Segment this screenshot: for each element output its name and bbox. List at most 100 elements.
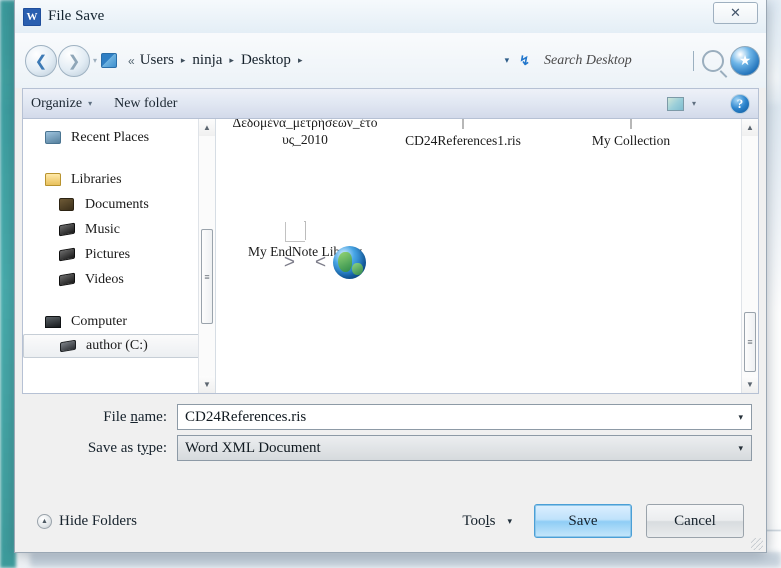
sidebar-item-author-c-drive[interactable]: author (C:) [23,334,213,358]
file-list-view[interactable]: Δεδομένα_μετρήσεων_έτους_2010 CD24Refere… [216,119,758,393]
forward-arrow-icon: ❯ [67,52,81,70]
chevron-down-icon[interactable]: ▾ [738,443,743,454]
chevron-down-icon[interactable]: ▾ [692,99,696,108]
chevron-down-icon[interactable]: ▾ [738,412,743,423]
help-globe-icon[interactable]: ★ [730,45,760,76]
savetype-label-accesskey: y [141,439,149,456]
document-page-icon [630,119,632,129]
tools-button[interactable]: Tools [462,513,495,530]
chevron-down-icon: ▾ [93,56,98,65]
breadcrumb-separator-icon[interactable]: ▸ [229,55,234,66]
file-item[interactable]: My Collection [556,119,706,149]
savetype-select[interactable]: Word XML Document ▾ [177,435,752,461]
scroll-down-button[interactable]: ▼ [742,376,758,393]
hide-folders-label: Hide Folders [59,512,137,529]
sidebar-scrollbar[interactable]: ▲ ≡ ▼ [198,119,215,393]
back-button[interactable]: ❮ [25,44,57,77]
recent-places-icon [45,131,64,144]
double-chevron-left-icon: « [128,53,135,68]
filename-label-pre: File [103,408,131,425]
sidebar-item-videos[interactable]: Videos [23,267,215,292]
refresh-button[interactable]: ↯ [519,53,530,69]
breadcrumb-separator-icon[interactable]: ▸ [181,55,186,66]
savetype-label: Save as type: [29,440,177,457]
sidebar-item-documents[interactable]: Documents [23,192,215,217]
libraries-icon [45,173,64,186]
dialog-toolbar: Organize ▾ New folder ▾ ? [22,88,759,118]
scroll-up-button[interactable]: ▲ [199,119,215,136]
scrollbar-thumb[interactable]: ≡ [201,229,213,324]
close-icon: ✕ [730,5,741,21]
chevron-down-icon[interactable]: ▾ [507,516,512,527]
html-document-icon: < > [284,221,366,279]
background-document-text-line [30,552,781,567]
forward-button[interactable]: ❯ [58,44,90,77]
sidebar-item-label: Recent Places [71,129,150,145]
chevron-down-icon[interactable]: ▾ [88,99,92,108]
computer-icon [45,315,64,328]
save-form: File name: CD24References.ris ▾ Save as … [15,394,766,461]
file-item[interactable]: < > My EndNote Library [230,221,380,279]
dialog-title: File Save [48,8,105,24]
sidebar-item-label: Libraries [71,171,122,187]
back-arrow-icon: ❮ [34,52,48,70]
path-dropdown-button[interactable]: ▾ [505,55,510,66]
scroll-up-button[interactable]: ▲ [742,119,758,136]
search-input[interactable]: Search Desktop [544,50,694,71]
resize-grip[interactable] [751,538,763,550]
documents-icon [59,198,78,211]
sidebar-item-label: Pictures [85,246,131,262]
tools-label-post: s [489,512,496,529]
dialog-footer: ▲ Hide Folders Tools ▾ Save Cancel [15,490,766,552]
file-item-label: Δεδομένα_μετρήσεων_έτους_2010 [232,119,378,147]
file-list-scrollbar[interactable]: ▲ ≡ ▼ [741,119,758,393]
file-item[interactable]: CD24References1.ris [388,119,538,149]
view-preview-icon[interactable] [666,96,684,111]
savetype-value: Word XML Document [185,439,321,456]
scrollbar-thumb[interactable]: ≡ [744,312,756,372]
filename-input[interactable]: CD24References.ris ▾ [177,404,752,430]
save-button[interactable]: Save [534,504,632,538]
breadcrumb-overflow-button[interactable]: « [128,54,135,68]
hard-drive-icon [60,339,79,353]
scroll-down-button[interactable]: ▼ [199,376,215,393]
breadcrumb-item-ninja[interactable]: ninja [192,52,222,69]
grip-icon: ≡ [204,271,210,282]
sidebar-item-computer[interactable]: Computer [23,309,215,334]
sidebar-item-recent-places[interactable]: Recent Places [23,125,215,150]
document-page-icon [462,119,464,129]
help-button[interactable]: ? [730,93,750,114]
triangle-up-icon: ▲ [37,513,52,529]
file-item[interactable]: Δεδομένα_μετρήσεων_έτους_2010 [230,119,380,148]
hide-folders-button[interactable]: ▲ Hide Folders [37,513,137,530]
file-item-label: My Collection [591,133,671,148]
cancel-button-label: Cancel [674,512,716,529]
refresh-icon: ↯ [519,52,530,68]
breadcrumb-item-desktop[interactable]: Desktop [241,52,291,69]
sidebar-item-pictures[interactable]: Pictures [23,242,215,267]
sidebar-item-label: Documents [85,196,149,212]
organize-button[interactable]: Organize [31,96,82,112]
history-dropdown-button[interactable]: ▾ [93,56,97,65]
triangle-down-icon: ▼ [746,380,754,389]
cancel-button[interactable]: Cancel [646,504,744,538]
new-folder-button[interactable]: New folder [114,96,177,112]
breadcrumb-separator-icon[interactable]: ▸ [298,55,303,66]
close-button[interactable]: ✕ [713,2,758,24]
breadcrumb-item-users[interactable]: Users [140,52,174,69]
file-item-label: CD24References1.ris [405,133,521,148]
navigation-sidebar: Recent Places Libraries Documents Music … [23,119,216,393]
filename-row: File name: CD24References.ris ▾ [29,404,752,430]
search-icon[interactable] [702,49,724,72]
filename-label-post: ame: [137,408,167,425]
savetype-label-pre: Save as t [87,439,142,456]
navigation-bar: ❮ ❯ ▾ « Users ▸ ninja ▸ Desktop ▸ ▾ ↯ Se… [15,33,766,88]
hide-folders-caret: ▲ [41,517,48,525]
sidebar-item-libraries[interactable]: Libraries [23,167,215,192]
grip-icon: ≡ [747,337,753,347]
sidebar-item-music[interactable]: Music [23,217,215,242]
sidebar-item-label: Computer [71,313,127,329]
dialog-titlebar[interactable]: W File Save ✕ [15,0,766,33]
